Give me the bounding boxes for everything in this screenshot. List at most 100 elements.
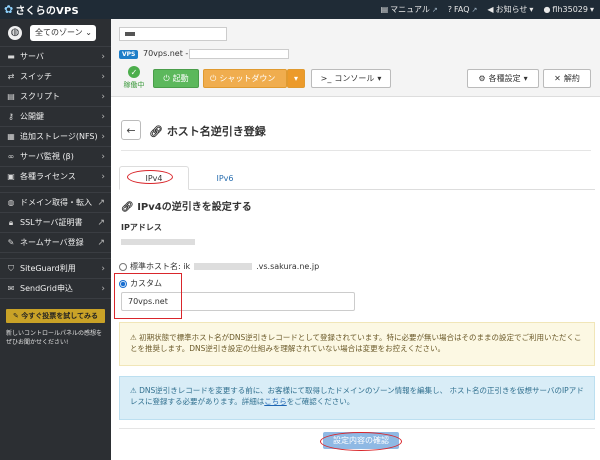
globe-icon: ◍	[7, 198, 15, 207]
standard-hostname-radio[interactable]	[119, 262, 127, 271]
cancel-contract-button[interactable]: ✕ 解約	[543, 69, 591, 88]
faq-label: FAQ	[454, 5, 470, 14]
script-icon: ▤	[7, 92, 15, 101]
arrow-left-icon: ←	[126, 123, 136, 137]
sakura-logo-icon: ✿	[4, 3, 14, 16]
chevron-right-icon: ›	[101, 263, 105, 274]
sidebar-item-script[interactable]: ▤ スクリプト ›	[0, 87, 111, 107]
ip-address-redacted	[121, 239, 195, 245]
megaphone-icon: ◀	[487, 5, 494, 14]
console-label: コンソール	[334, 74, 375, 83]
sidebar-item-public-key[interactable]: ⚷ 公開鍵 ›	[0, 107, 111, 127]
mail-icon: ✉	[7, 284, 15, 293]
sidebar-item-label: 各種ライセンス	[20, 172, 76, 181]
power-icon: ⏻	[210, 73, 217, 83]
user-menu[interactable]: ● flh35029 ▾	[543, 5, 594, 14]
caret-down-icon: ▾	[523, 74, 528, 83]
chevron-right-icon: ›	[101, 91, 105, 102]
sidebar-item-label: SiteGuard利用	[20, 264, 76, 273]
sidebar-item-label: 公開鍵	[20, 112, 44, 121]
sidebar-item-label: スイッチ	[20, 72, 52, 81]
shutdown-dropdown-toggle[interactable]: ▾	[287, 69, 305, 88]
sidebar-item-siteguard[interactable]: ⛉ SiteGuard利用 ›	[0, 259, 111, 279]
server-status: ✓ 稼働中	[121, 66, 147, 90]
manual-link[interactable]: ▤ マニュアル ↗	[381, 4, 438, 15]
faq-link[interactable]: ? FAQ ↗	[448, 5, 478, 14]
standard-hostname-option[interactable]: 標準ホスト名: ik .vs.sakura.ne.jp	[119, 261, 319, 272]
status-label: 稼働中	[123, 81, 145, 89]
feedback-text: 新しいコントロールパネルの感想をぜひお聞かせください!	[6, 330, 103, 346]
chevron-right-icon: ›	[101, 111, 105, 122]
link-icon: 🔗︎	[149, 125, 163, 138]
news-dropdown[interactable]: ◀ お知らせ ▾	[487, 4, 533, 15]
chevron-right-icon: ›	[101, 131, 105, 142]
page-title: 🔗︎ ホスト名逆引き登録	[149, 123, 266, 139]
warning-icon: ⚠	[130, 386, 140, 395]
caret-down-icon: ▾	[377, 74, 382, 83]
hostname-redacted	[194, 263, 253, 270]
start-button[interactable]: ⏻ 起動	[153, 69, 199, 88]
chevron-right-icon: ›	[101, 71, 105, 82]
sidebar-item-domain[interactable]: ◍ ドメイン取得・転入 ↗	[0, 193, 111, 213]
logo-text: さくらのVPS	[15, 6, 79, 17]
binoculars-icon: ∞	[7, 152, 15, 161]
chevron-right-icon: ›	[101, 283, 105, 294]
sidebar-item-label: スクリプト	[20, 92, 60, 101]
sidebar-item-label: ドメイン取得・転入	[20, 198, 92, 207]
chevron-right-icon: ›	[101, 151, 105, 162]
chevron-right-icon: ›	[101, 51, 105, 62]
info-text-end: をご確認ください。	[286, 397, 355, 406]
switch-icon: ⇄	[7, 72, 15, 81]
settings-label: 各種設定	[488, 74, 521, 83]
sidebar-item-sendgrid[interactable]: ✉ SendGrid申込 ›	[0, 279, 111, 299]
main-panel: ← 🔗︎ ホスト名逆引き登録 IPv4 IPv6 🔗︎ IPv4の逆引きを設定す…	[111, 98, 600, 460]
section-title: 🔗︎ IPv4の逆引きを設定する	[121, 198, 252, 213]
caret-down-icon: ▾	[293, 74, 298, 83]
sidebar-item-monitoring[interactable]: ∞ サーバ監視 (β) ›	[0, 147, 111, 167]
sidebar-item-nameserver[interactable]: ✎ ネームサーバ登録 ↗	[0, 233, 111, 253]
divider	[121, 150, 591, 151]
highlight-oval-ipv4	[127, 170, 173, 184]
server-host-name: 70vps.net -	[143, 49, 189, 58]
sidebar-item-server[interactable]: ▬ サーバ ›	[0, 47, 111, 67]
sidebar-item-label: サーバ	[20, 52, 44, 61]
highlight-box-custom	[114, 273, 182, 319]
host-name-redacted	[189, 49, 289, 59]
lock-icon: 🔒︎	[8, 217, 14, 227]
terminal-icon: >_	[320, 74, 332, 83]
sidebar-item-storage[interactable]: ▦ 追加ストレージ(NFS) ›	[0, 127, 111, 147]
cancel-label: 解約	[563, 74, 580, 83]
edit-icon: ✎	[7, 238, 15, 247]
sidebar-item-switch[interactable]: ⇄ スイッチ ›	[0, 67, 111, 87]
page-title-text: ホスト名逆引き登録	[166, 125, 266, 138]
server-header: VPS 70vps.net - ✓ 稼働中 ⏻ 起動 ⏻ シャットダウン ▾ >…	[111, 19, 600, 97]
sidebar-item-label: ネームサーバ登録	[20, 238, 84, 247]
external-link-icon: ↗	[471, 5, 478, 14]
tab-ipv6[interactable]: IPv6	[191, 166, 259, 190]
caret-down-icon: ▾	[589, 5, 594, 14]
gear-icon: ⚙	[478, 74, 486, 83]
external-link-icon: ↗	[97, 217, 105, 228]
chevron-down-icon: ⌄	[85, 28, 92, 37]
globe-icon: ◍	[8, 25, 22, 40]
user-icon: ●	[543, 5, 551, 14]
console-dropdown[interactable]: >_ コンソール ▾	[311, 69, 391, 88]
details-link[interactable]: こちら	[264, 397, 287, 406]
warning-text: 初期状態で標準ホスト名がDNS逆引きレコードとして登録されています。特に必要が無…	[130, 333, 582, 353]
license-icon: ▣	[7, 172, 15, 181]
server-icon: ▬	[7, 52, 15, 61]
try-now-button[interactable]: ✎ 今すぐ投票を試してみる	[6, 309, 105, 323]
sidebar-item-label: SSLサーバ証明書	[20, 218, 83, 227]
zone-select[interactable]: 全てのゾーン ⌄	[30, 24, 96, 41]
shutdown-button[interactable]: ⏻ シャットダウン	[203, 69, 287, 88]
sidebar-item-license[interactable]: ▣ 各種ライセンス ›	[0, 167, 111, 187]
news-label: お知らせ	[495, 5, 528, 14]
manual-label: マニュアル	[390, 5, 430, 14]
settings-dropdown[interactable]: ⚙ 各種設定 ▾	[467, 69, 539, 88]
sidebar-item-ssl[interactable]: 🔒︎ SSLサーバ証明書 ↗	[0, 213, 111, 233]
ip-tabs: IPv4 IPv6	[119, 166, 595, 190]
back-button[interactable]: ←	[121, 120, 141, 140]
logo[interactable]: ✿ さくらのVPS	[0, 2, 110, 17]
link-icon: 🔗︎	[121, 202, 134, 213]
sidebar-item-label: SendGrid申込	[20, 284, 73, 293]
